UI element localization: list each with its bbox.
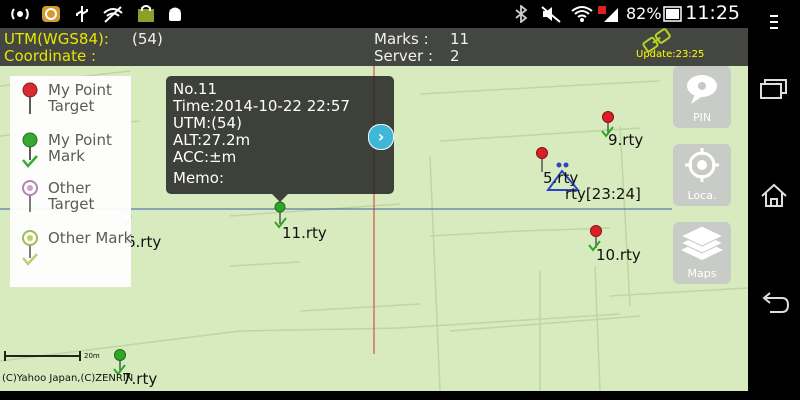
marker-info-popup[interactable]: No.11 Time:2014-10-22 22:57 UTM:(54) ALT… [166,76,394,194]
status-bar: 82% 11:25 [0,0,800,28]
popup-acc: ACC:±m [173,148,237,166]
marks-value: 11 [450,30,470,48]
marker-label-rty: rty[23:24] [565,185,641,203]
info-header: UTM(WGS84): (54) Coordinate : Marks : 11… [0,28,748,66]
app-icon [40,5,62,23]
status-clock: 11:25 [685,2,740,24]
popup-detail-arrow-icon[interactable]: › [368,124,394,150]
map-view[interactable]: 11.rty 9.rty 5.rty rty[23:24] 10.rty 6.r… [0,66,748,391]
red-pin-icon [22,82,38,114]
update-time: Update:23:25 [636,49,705,60]
marks-label: Marks : [374,30,429,48]
popup-tail [272,194,288,202]
marker-legend: My Point Target My Point Mark Other Targ… [10,76,133,287]
marker-label-11: 11.rty [282,224,327,242]
location-button-label: Loca. [687,189,717,202]
menu-icon[interactable] [748,8,800,38]
legend-item-other-mark: Other Mark [18,226,133,270]
server-label: Server : [374,47,434,65]
map-attribution: (C)Yahoo Japan,(C)ZENRIN [2,373,134,384]
home-icon[interactable] [748,180,800,210]
legend-item-my-target: My Point Target [18,78,133,122]
signal-icon [598,5,620,23]
legend-label: My Point Target [48,81,112,115]
popup-time: Time:2014-10-22 22:57 [173,97,350,115]
utm-value: (54) [132,30,163,48]
legend-item-my-mark: My Point Mark [18,128,133,172]
speech-bubble-icon [687,75,717,104]
mute-icon [540,5,562,23]
recent-apps-icon[interactable] [748,75,800,105]
shopping-icon [136,5,156,23]
maps-button[interactable]: Maps [673,222,731,284]
green-pin-icon [22,132,38,168]
popup-number: No.11 [173,80,217,98]
popup-utm: UTM:(54) [173,114,242,132]
map-layers-icon [679,226,725,260]
olive-pin-icon [22,230,38,266]
legend-item-other-target: Other Target [18,176,133,220]
location-button[interactable]: Loca. [673,144,731,206]
legend-label: Other Mark [48,229,133,247]
maps-button-label: Maps [687,267,717,280]
hotspot-icon [10,5,30,23]
wifi-strike-icon [102,5,124,23]
server-value: 2 [450,47,460,65]
system-nav-bar [748,0,800,400]
bottom-strip [0,391,748,400]
scale-label: 20m [84,352,100,360]
android-icon [166,5,184,23]
popup-alt: ALT:27.2m [173,131,251,149]
pin-button[interactable]: PIN [673,66,731,128]
pin-button-label: PIN [692,111,712,124]
legend-label: Other Target [48,179,95,213]
utm-label: UTM(WGS84): [4,30,109,48]
wifi-icon [570,5,594,23]
target-icon [685,148,719,182]
bluetooth-icon [514,5,528,23]
marker-label-9: 9.rty [608,131,644,149]
legend-label: My Point Mark [48,131,112,165]
marker-label-10: 10.rty [596,246,641,264]
popup-memo: Memo: [173,169,225,187]
battery-percent: 82% [626,4,662,23]
usb-icon [74,5,90,23]
coordinate-label: Coordinate : [4,47,97,65]
purple-pin-icon [22,180,38,212]
back-icon[interactable] [748,288,800,318]
battery-icon [663,5,683,23]
